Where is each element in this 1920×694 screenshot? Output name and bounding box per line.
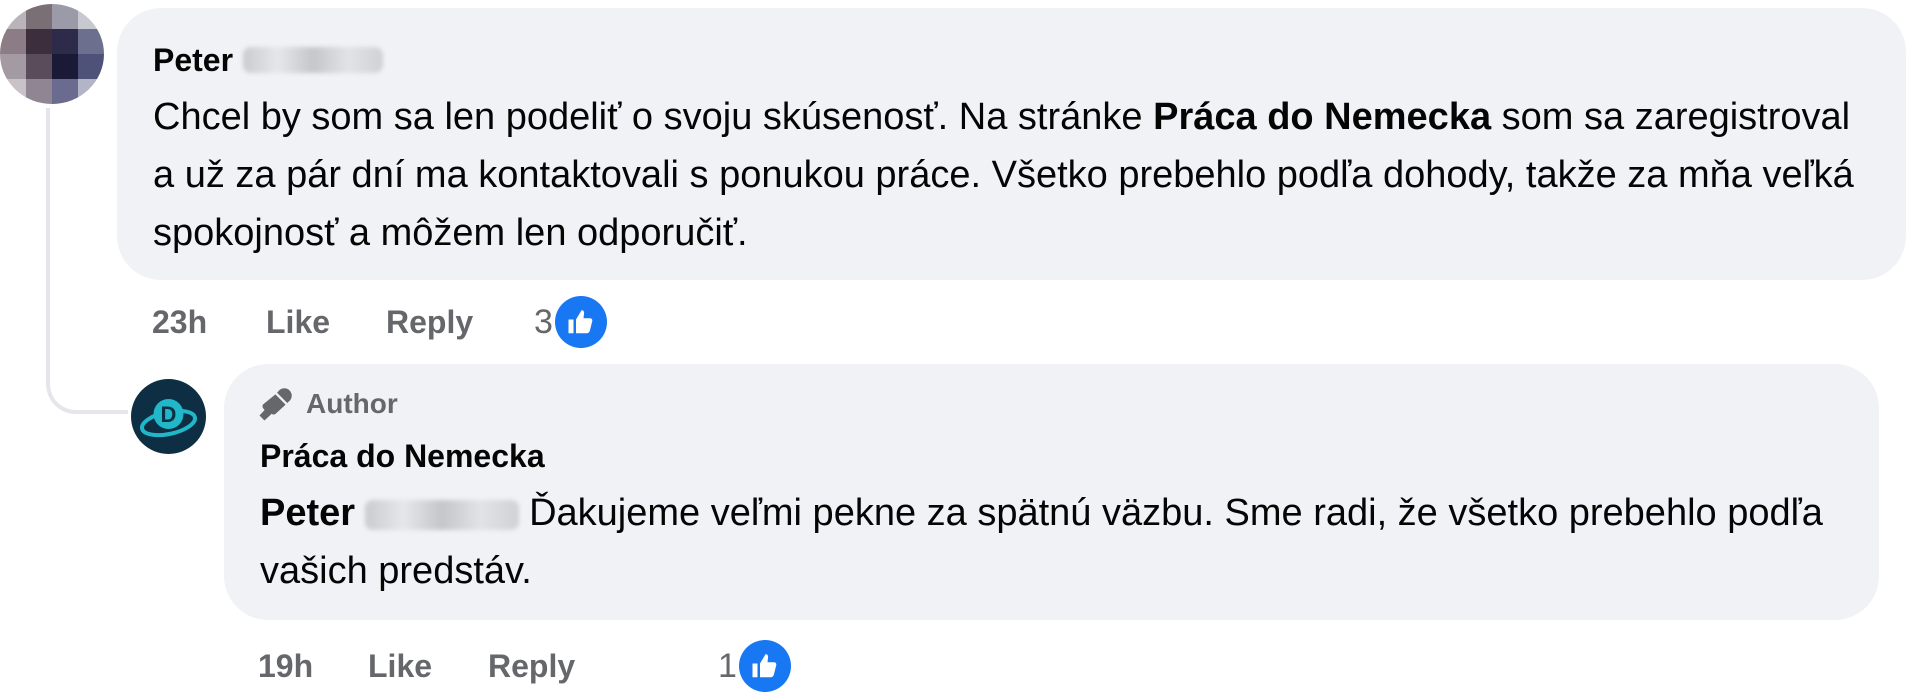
- reply-timestamp[interactable]: 19h: [258, 648, 368, 685]
- comment-text: Chcel by som sa len podeliť o svoju skús…: [153, 88, 1873, 262]
- comment-author-row: Peter: [153, 40, 384, 80]
- reply-button[interactable]: Reply: [386, 304, 534, 341]
- page-avatar[interactable]: D: [131, 379, 206, 454]
- comment-author-name[interactable]: Peter: [153, 40, 233, 80]
- comment-actions: 23h Like Reply 3: [152, 296, 607, 348]
- redacted-surname: [243, 47, 384, 73]
- reply-button[interactable]: Reply: [488, 648, 718, 685]
- reply-actions: 19h Like Reply 1: [258, 640, 791, 692]
- thumbs-up-icon: [554, 296, 607, 348]
- mentioned-user[interactable]: Peter: [260, 492, 355, 534]
- like-button[interactable]: Like: [266, 304, 386, 341]
- thread-connector-line: [46, 108, 128, 414]
- thumbs-up-icon: [738, 640, 791, 692]
- author-badge: Author: [258, 386, 398, 422]
- microphone-icon: [259, 388, 292, 421]
- comment-text-part: Chcel by som sa len podeliť o svoju skús…: [153, 96, 1154, 138]
- reaction-summary[interactable]: 1: [718, 640, 791, 692]
- author-badge-label: Author: [306, 388, 398, 419]
- comment-bubble: Peter Chcel by som sa len podeliť o svoj…: [117, 8, 1906, 280]
- reply-bubble: Author Práca do Nemecka Peter Ďakujeme ve…: [224, 364, 1879, 620]
- commenter-avatar[interactable]: [0, 4, 104, 104]
- reply-author-name[interactable]: Práca do Nemecka: [260, 436, 545, 476]
- comment-timestamp[interactable]: 23h: [152, 304, 266, 341]
- reaction-count: 1: [718, 646, 737, 685]
- redacted-surname: [365, 499, 520, 530]
- reply-text: Peter Ďakujeme veľmi pekne za spätnú väzb…: [260, 484, 1850, 600]
- like-button[interactable]: Like: [368, 648, 488, 685]
- avatar-letter: D: [161, 402, 177, 427]
- mentioned-page-link[interactable]: Práca do Nemecka: [1153, 96, 1491, 138]
- reaction-count: 3: [534, 302, 553, 341]
- reaction-summary[interactable]: 3: [534, 296, 607, 348]
